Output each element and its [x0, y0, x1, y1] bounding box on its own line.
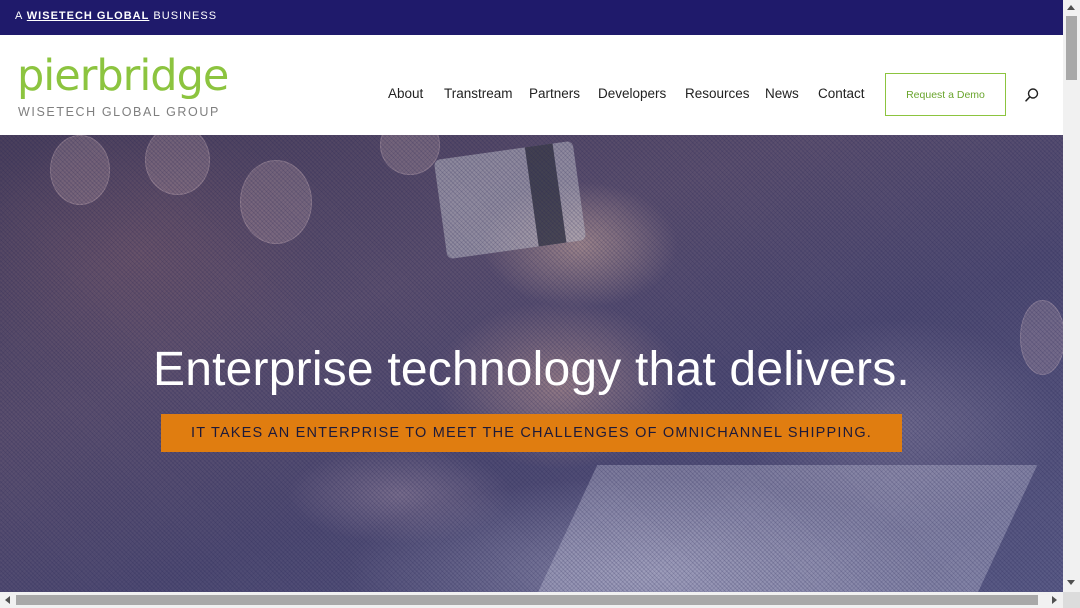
nav-item-resources[interactable]: Resources [685, 86, 750, 101]
horizontal-scrollbar[interactable] [0, 592, 1063, 608]
topbar-text: A WISETECH GLOBAL BUSINESS [15, 10, 217, 22]
nav-item-developers[interactable]: Developers [598, 86, 666, 101]
pierbridge-logo[interactable]: pierbridge WISETECH GLOBAL GROUP [17, 51, 229, 119]
hero-title: Enterprise technology that delivers. [153, 343, 910, 396]
scroll-down-icon[interactable] [1067, 580, 1075, 585]
hero-tagline: IT TAKES AN ENTERPRISE TO MEET THE CHALL… [161, 414, 902, 452]
scrollbar-corner [1063, 592, 1080, 608]
vertical-scroll-thumb[interactable] [1066, 16, 1077, 80]
hero-banner: Enterprise technology that delivers. IT … [0, 135, 1063, 592]
bokeh-light [240, 160, 312, 244]
topbar-suffix: BUSINESS [153, 10, 218, 22]
scroll-up-icon[interactable] [1067, 5, 1075, 10]
card-stripe [524, 143, 567, 247]
site-header: pierbridge WISETECH GLOBAL GROUP About T… [0, 35, 1063, 135]
logo-subtitle: WISETECH GLOBAL GROUP [18, 105, 220, 119]
search-icon[interactable] [1024, 87, 1040, 103]
nav-item-news[interactable]: News [765, 86, 799, 101]
laptop-keyboard-image [522, 465, 1038, 592]
nav-item-partners[interactable]: Partners [529, 86, 580, 101]
bokeh-light [380, 135, 440, 175]
request-demo-button[interactable]: Request a Demo [885, 73, 1006, 116]
bokeh-light [145, 135, 210, 195]
topbar-prefix: A [15, 10, 23, 22]
nav-item-transtream[interactable]: Transtream [444, 86, 513, 101]
logo-wordmark: pierbridge [17, 51, 229, 101]
wisetech-global-link[interactable]: WISETECH GLOBAL [27, 10, 150, 22]
scroll-right-icon[interactable] [1052, 596, 1057, 604]
bokeh-light [50, 135, 110, 205]
nav-item-about[interactable]: About [388, 86, 423, 101]
vertical-scrollbar[interactable] [1063, 0, 1080, 592]
credit-card-image [433, 140, 587, 260]
nav-item-contact[interactable]: Contact [818, 86, 865, 101]
top-announcement-bar: A WISETECH GLOBAL BUSINESS [0, 0, 1063, 35]
horizontal-scroll-thumb[interactable] [16, 595, 1038, 605]
scroll-left-icon[interactable] [5, 596, 10, 604]
